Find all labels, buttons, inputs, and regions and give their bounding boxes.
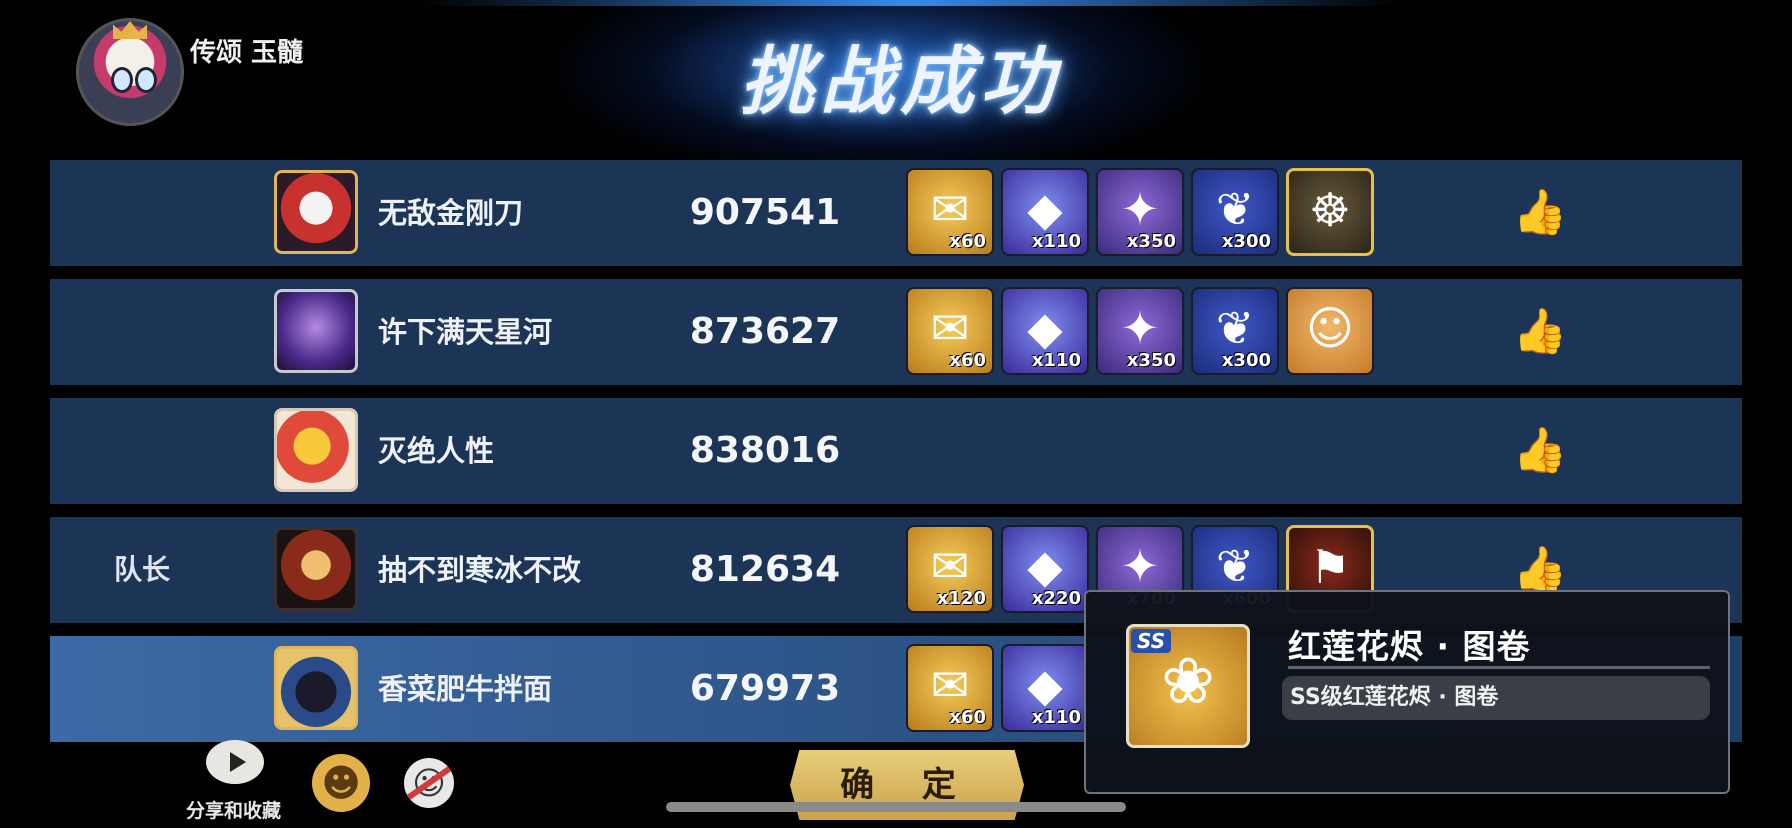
tooltip-description: SS级红莲花烬 · 图卷 <box>1282 676 1710 720</box>
lantern-treasure-icon[interactable]: ☸ <box>1286 168 1374 256</box>
captain-label: 队长 <box>114 553 171 586</box>
crown-icon <box>113 21 147 39</box>
spirit-scroll-icon[interactable]: ☺ <box>1286 287 1374 375</box>
thumbs-up-icon[interactable]: 👍 <box>1512 426 1568 476</box>
blue-crystal-icon[interactable]: ◆ x110 <box>1001 644 1089 732</box>
hero-sleepy-star-icon[interactable] <box>274 408 358 492</box>
challenge-success-title: 挑战成功 <box>740 39 1060 125</box>
jade-bundle-icon[interactable]: ❦ x300 <box>1191 168 1279 256</box>
hero-name: 抽不到寒冰不改 <box>378 553 582 587</box>
hero-witch-cat-icon[interactable] <box>274 646 358 730</box>
eye-right <box>135 67 157 93</box>
hero-name: 许下满天星河 <box>378 315 553 349</box>
hero-golden-general-icon[interactable] <box>274 527 358 611</box>
gold-scroll-icon[interactable]: ✉ x60 <box>906 287 994 375</box>
blue-crystal-icon[interactable]: ◆ x110 <box>1001 168 1089 256</box>
damage-score: 812634 <box>689 549 841 590</box>
emoji-face-icon[interactable]: ☻ <box>312 754 370 812</box>
jade-bundle-icon[interactable]: ❦ x300 <box>1191 287 1279 375</box>
item-tooltip: SS ❀ 红莲花烬 · 图卷 SS级红莲花烬 · 图卷 <box>1084 590 1730 794</box>
share-icon[interactable] <box>206 740 264 784</box>
star-shard-icon[interactable]: ✦ x350 <box>1096 168 1184 256</box>
gold-scroll-icon[interactable]: ✉ x60 <box>906 168 994 256</box>
share-and-favorite-label[interactable]: 分享和收藏 <box>186 796 281 823</box>
gold-scroll-icon[interactable]: ✉ x120 <box>906 525 994 613</box>
gold-scroll-icon[interactable]: ✉ x60 <box>906 644 994 732</box>
thumbs-up-icon[interactable]: 👍 <box>1512 545 1568 595</box>
hero-name: 香菜肥牛拌面 <box>378 672 553 706</box>
damage-score: 873627 <box>689 311 841 352</box>
tooltip-title: 红莲花烬 · 图卷 <box>1288 627 1531 666</box>
disabled-emoji-icon[interactable]: ☺ <box>404 758 454 808</box>
ranking-row-3[interactable]: 灭绝人性 838016 👍 <box>50 398 1742 504</box>
eye-left <box>111 67 133 93</box>
hero-name: 无敌金刚刀 <box>378 196 524 230</box>
player-name: 传颂 玉髓 <box>190 38 304 68</box>
thumbs-up-icon[interactable]: 👍 <box>1512 188 1568 238</box>
thumbs-up-icon[interactable]: 👍 <box>1512 307 1568 357</box>
tooltip-divider <box>1288 666 1710 669</box>
star-shard-icon[interactable]: ✦ x350 <box>1096 287 1184 375</box>
ranking-row-2[interactable]: 许下满天星河 873627 ✉ x60 ◆ x110 ✦ x350 ❦ x300 ☺ 👍 <box>50 279 1742 385</box>
hero-masked-warrior-icon[interactable] <box>274 170 358 254</box>
damage-score: 838016 <box>689 430 841 471</box>
damage-score: 907541 <box>689 192 841 233</box>
damage-score: 679973 <box>689 668 841 709</box>
home-indicator[interactable] <box>666 802 1126 812</box>
red-lotus-scroll-icon: SS ❀ <box>1126 624 1250 748</box>
player-avatar[interactable] <box>76 18 184 126</box>
hero-name: 灭绝人性 <box>378 434 495 468</box>
header-light-line <box>420 0 1400 6</box>
ranking-row-1[interactable]: 无敌金刚刀 907541 ✉ x60 ◆ x110 ✦ x350 ❦ x300 ☸ 👍 <box>50 160 1742 266</box>
hero-shadow-dancer-icon[interactable] <box>274 289 358 373</box>
blue-crystal-icon[interactable]: ◆ x110 <box>1001 287 1089 375</box>
blue-crystal-icon[interactable]: ◆ x220 <box>1001 525 1089 613</box>
